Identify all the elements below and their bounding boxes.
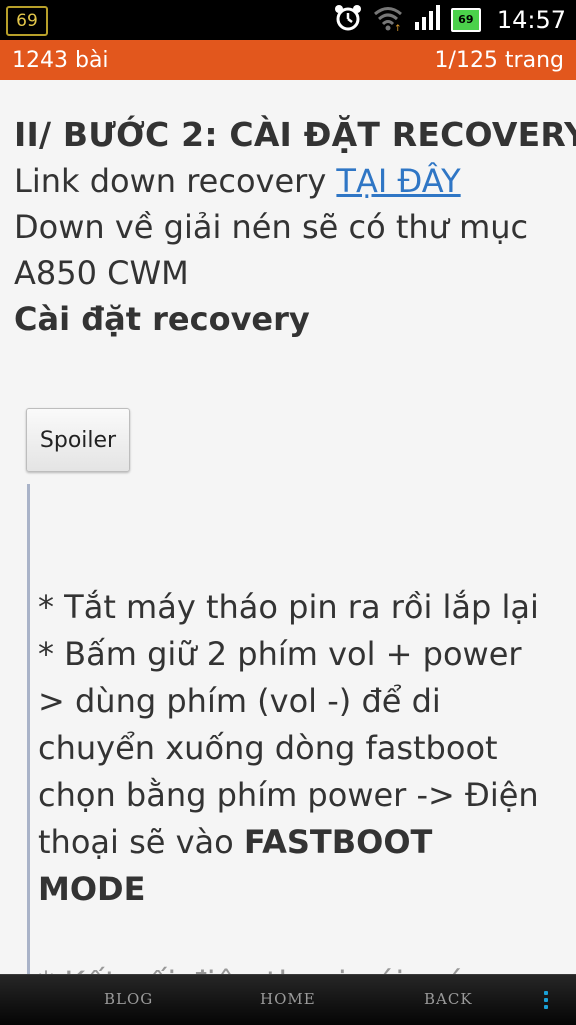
notification-badge: 69 (6, 6, 48, 36)
battery-icon: 69 (450, 8, 481, 32)
thread-header: 1243 bài 1/125 trang (0, 40, 576, 80)
step-1: * Tắt máy tháo pin ra rồi lắp lại (38, 588, 539, 626)
bottom-nav: BLOG HOME BACK (0, 974, 576, 1025)
nav-blog[interactable]: BLOG (104, 990, 153, 1008)
clock: 14:57 (496, 6, 566, 34)
nav-home[interactable]: HOME (260, 990, 316, 1008)
spoiler-button[interactable]: Spoiler (26, 408, 130, 472)
step-2: * Bấm giữ 2 phím vol + power > dùng phím… (38, 631, 548, 913)
spoiler-border (27, 484, 30, 974)
svg-text:↑: ↑ (394, 24, 402, 31)
link-prefix: Link down recovery (14, 162, 337, 200)
spoiler-content: * Tắt máy tháo pin ra rồi lắp lại * Bấm … (38, 584, 548, 913)
section-heading: II/ BƯỚC 2: CÀI ĐẶT RECOVERY (14, 115, 576, 154)
download-line: Link down recovery TẠI ĐÂY (14, 158, 566, 204)
step-3-partial: * Kết nối điện thoại với máy tính (38, 960, 538, 974)
extract-line: Down về giải nén sẽ có thư mục A850 CWM (14, 208, 529, 292)
post-count: 1243 bài (12, 48, 109, 73)
install-subheading: Cài đặt recovery (14, 300, 310, 338)
overflow-menu-icon[interactable] (544, 991, 548, 1012)
wifi-icon: ↑ (373, 5, 403, 35)
download-link[interactable]: TẠI ĐÂY (336, 162, 460, 200)
page-info[interactable]: 1/125 trang (435, 48, 564, 73)
status-icons: ↑ 69 14:57 (333, 0, 566, 40)
status-bar: 69 ↑ 69 14:57 (0, 0, 576, 40)
nav-back[interactable]: BACK (424, 990, 473, 1008)
alarm-clock-icon (333, 3, 363, 37)
post-content: II/ BƯỚC 2: CÀI ĐẶT RECOVERY Link down r… (14, 112, 576, 342)
signal-icon (413, 4, 441, 36)
